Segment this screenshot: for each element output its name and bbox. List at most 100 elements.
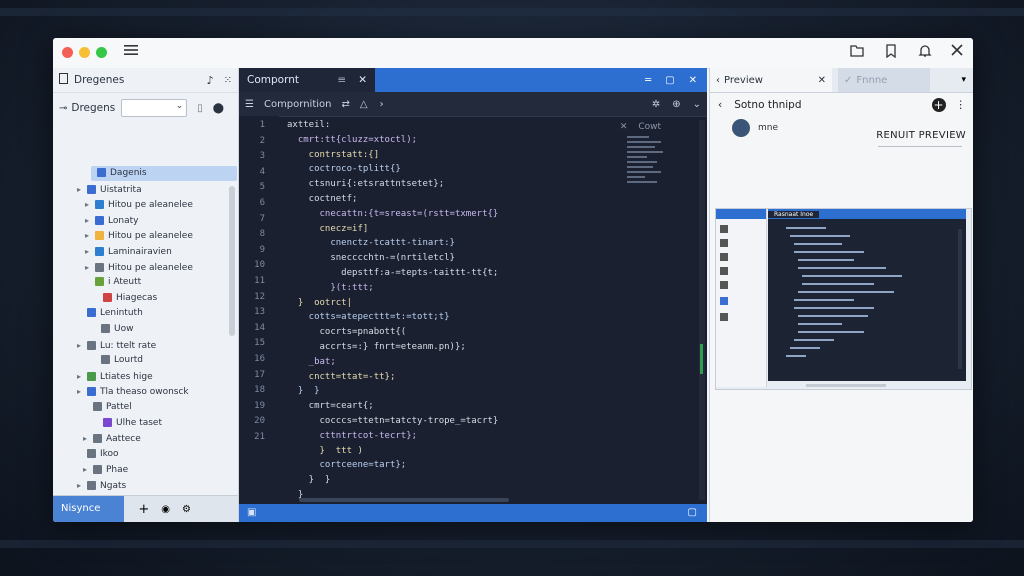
preview-header: ‹ Sotno thnipd + ⋮	[710, 93, 973, 117]
add-circle-icon[interactable]: +	[931, 98, 946, 112]
sync-icon[interactable]: ◉	[161, 504, 170, 515]
bell-icon[interactable]	[917, 44, 933, 60]
code-line: cocccs=ttetn=tatcty-trope_=tacrt}	[287, 416, 499, 426]
tab-compornt[interactable]: Compornt ≡ ✕	[239, 68, 375, 92]
preview-screenshot[interactable]: Rasnaat Inoe	[715, 208, 972, 390]
tree-item[interactable]: ▸ Aattece	[53, 431, 258, 446]
pin-icon[interactable]: ⬤	[213, 103, 224, 114]
triangle-icon[interactable]: △	[360, 99, 368, 110]
tree-item[interactable]: Ulhe taset	[53, 416, 268, 431]
tree-item[interactable]: ▸ Tla theaso owonsck	[53, 384, 252, 399]
tree-item[interactable]: Ikoo	[53, 447, 252, 462]
tree-caret-icon[interactable]: ▸	[85, 213, 95, 228]
settings-icon[interactable]: ⚙	[182, 504, 191, 515]
tree-caret-icon[interactable]: ▸	[83, 462, 93, 477]
split-icon[interactable]: ═	[645, 75, 651, 86]
tree-item-label: Hitou pe aleanelee	[108, 262, 193, 273]
code-line: contrstatt:{]	[287, 149, 380, 160]
tree-item-icon	[101, 324, 110, 333]
tree-caret-icon[interactable]: ▸	[85, 244, 95, 259]
close-icon[interactable]	[949, 44, 965, 60]
thumb-sidebar	[716, 209, 767, 387]
bookmark-icon[interactable]	[883, 44, 899, 60]
editor-hscrollbar[interactable]	[299, 498, 509, 502]
code-line: }(t:ttt;	[287, 282, 374, 293]
chevron-down-icon: ⌄	[175, 101, 184, 111]
code-line: ctsnuri{:etsrattntsetet};	[287, 179, 445, 190]
tree-caret-icon[interactable]: ▸	[83, 431, 93, 446]
close-dot[interactable]	[62, 47, 73, 58]
debug-icon[interactable]: ✲	[652, 99, 660, 110]
minimap[interactable]	[623, 134, 683, 204]
preview-chevron-icon[interactable]: ▾	[961, 75, 966, 85]
add-icon[interactable]: +	[138, 502, 149, 517]
breadcrumb[interactable]: Compornition	[264, 99, 332, 110]
sidebar-scrollbar[interactable]	[229, 186, 235, 336]
caret-icon[interactable]: ›	[380, 99, 384, 110]
sidebar-header: Dregenes ♪ ⁙	[53, 68, 238, 93]
back-icon[interactable]: ‹	[718, 99, 722, 111]
menu-icon[interactable]	[123, 44, 139, 60]
filter-dropdown[interactable]: ⌄	[121, 99, 188, 117]
tree-item-label: Phae	[106, 465, 129, 476]
tree-item[interactable]: Hiagecas	[53, 291, 268, 306]
tree-item[interactable]: ▸ Lu: ttelt rate	[53, 338, 252, 353]
code-line: cnecattn:{t=sreast=(rstt=txmert{}	[287, 208, 499, 219]
tree-item[interactable]: Dagenis	[91, 166, 237, 181]
tab-close-icon[interactable]: ✕	[358, 74, 367, 86]
status-square-icon[interactable]: ▢	[688, 507, 697, 518]
doc-icon[interactable]: ▯	[197, 103, 203, 114]
editor-vscrollbar[interactable]	[699, 120, 705, 500]
tree-item[interactable]: ▸ Ngats	[53, 478, 252, 493]
result-preview-label: RENUIT PREVIEW	[876, 130, 966, 141]
minimize-dot[interactable]	[79, 47, 90, 58]
tree-item-icon	[97, 168, 106, 177]
tree-caret-icon[interactable]: ▸	[77, 369, 87, 384]
preview-tab-label: Preview	[724, 74, 763, 86]
find-close-icon[interactable]: ✕	[620, 122, 628, 132]
tree-caret-icon[interactable]: ▸	[77, 338, 87, 353]
music-icon[interactable]: ♪	[207, 74, 214, 87]
tree-item[interactable]: Lourtd	[53, 353, 266, 368]
tree-caret-icon[interactable]: ▸	[85, 197, 95, 212]
tree-caret-icon[interactable]: ▸	[85, 228, 95, 243]
tree-caret-icon[interactable]: ▸	[77, 384, 87, 399]
tree-item[interactable]: Pattel	[53, 400, 258, 415]
code-line: cttntrtcot-tecrt};	[287, 430, 418, 441]
preview-tab-close-icon[interactable]: ✕	[818, 75, 826, 86]
more-icon[interactable]: ⋮	[956, 99, 967, 111]
explorer-sidebar: Dregenes ♪ ⁙ ⊸ Dregens ⌄ ▯ ⬤ Dagenis ▸ Uis…	[53, 68, 239, 522]
tree-item[interactable]: Lenintuth	[53, 306, 252, 321]
tree-caret-icon[interactable]: ▸	[77, 478, 87, 493]
panel-icon[interactable]: ▣	[247, 507, 256, 518]
tree-item-icon	[103, 417, 112, 427]
tree-caret-icon[interactable]: ▸	[85, 260, 95, 275]
more-chevron-icon[interactable]: ⌄	[693, 99, 701, 110]
tree-item[interactable]: ▸ Ltiates hige	[53, 369, 252, 384]
footer-tab-nisynce[interactable]: Nisynce	[53, 496, 125, 522]
code-line: snecccchtn-=(nrtiletcl}	[287, 253, 455, 264]
globe-icon[interactable]: ⊕	[672, 99, 680, 110]
tree-item-label: Dagenis	[110, 168, 147, 178]
tab-preview[interactable]: ‹ Preview ✕	[710, 68, 832, 92]
avatar[interactable]	[732, 119, 750, 137]
tab-second[interactable]: ✓ Fnnne	[838, 68, 930, 92]
tree-caret-icon[interactable]: ▸	[77, 182, 87, 197]
outline-icon[interactable]: ☰	[245, 99, 254, 110]
restore-icon[interactable]: ▢	[665, 75, 674, 86]
tree-item-icon	[95, 200, 104, 210]
folder-icon[interactable]	[849, 44, 865, 60]
find-widget[interactable]: ✕ Cowt	[620, 122, 661, 132]
tree-item-icon	[101, 355, 110, 365]
maximize-dot[interactable]	[96, 47, 107, 58]
editor-close-icon[interactable]: ✕	[689, 75, 697, 86]
code-line: coctroco-tplitt{}	[287, 164, 401, 175]
sidebar-filter-row: ⊸ Dregens ⌄ ▯ ⬤	[53, 93, 238, 123]
tree-item-icon	[95, 231, 104, 241]
compare-icon[interactable]: ⇄	[341, 99, 349, 110]
tree-item-icon	[95, 277, 104, 287]
grid-icon[interactable]: ⁙	[224, 75, 232, 86]
tree-item[interactable]: ▸ Uistatrita	[53, 182, 252, 197]
tree-item[interactable]: ▸ Phae	[53, 462, 258, 477]
code-line: cnecz=if]	[287, 223, 369, 234]
